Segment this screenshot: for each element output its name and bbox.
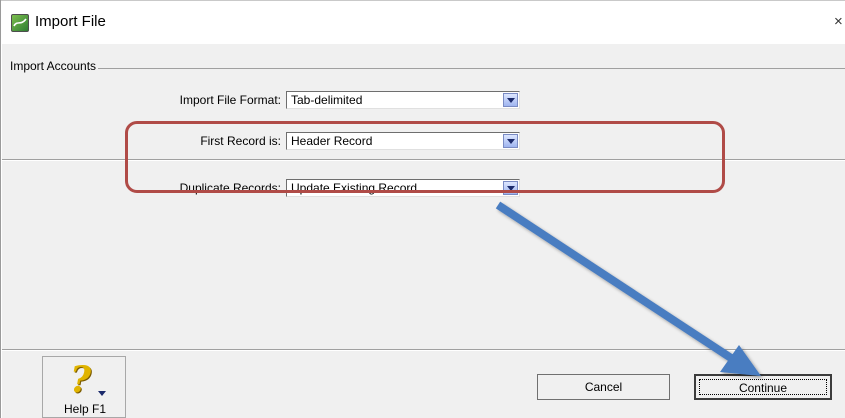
chevron-down-icon[interactable]	[503, 93, 518, 107]
highlight-box	[125, 121, 725, 193]
cancel-button[interactable]: Cancel	[537, 374, 670, 400]
import-file-format-value: Tab-delimited	[291, 93, 363, 107]
window-title: Import File	[35, 13, 106, 30]
group-divider	[10, 68, 845, 69]
chevron-down-icon	[98, 391, 106, 396]
cancel-button-label: Cancel	[584, 380, 623, 394]
import-file-format-label: Import File Format:	[179, 93, 281, 107]
help-button-label: Help F1	[63, 402, 107, 416]
continue-button-label: Continue	[738, 381, 788, 395]
continue-button[interactable]: Continue	[694, 374, 832, 400]
app-icon	[11, 14, 29, 32]
footer-divider	[2, 349, 845, 350]
import-file-dialog: Import File × Import Accounts Import Fil…	[0, 0, 845, 418]
help-button[interactable]: ? Help F1	[42, 356, 126, 418]
dialog-body: Import Accounts Import File Format: Tab-…	[2, 44, 845, 418]
title-bar: Import File ×	[1, 0, 845, 44]
close-icon[interactable]: ×	[834, 13, 843, 30]
question-mark-icon: ?	[70, 359, 92, 401]
import-file-format-select[interactable]: Tab-delimited	[286, 91, 520, 109]
group-label: Import Accounts	[10, 59, 99, 73]
